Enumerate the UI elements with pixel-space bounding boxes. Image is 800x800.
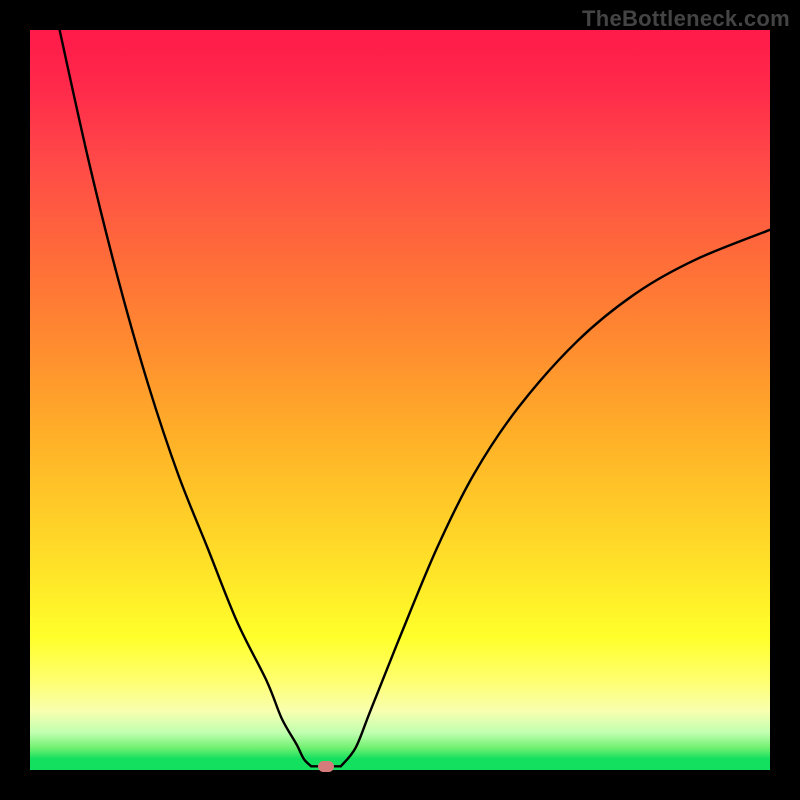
plot-area <box>30 30 770 770</box>
curve-layer <box>30 30 770 770</box>
left-branch-curve <box>60 30 312 766</box>
right-branch-curve <box>341 230 770 767</box>
chart-frame: TheBottleneck.com <box>0 0 800 800</box>
optimum-marker <box>318 761 334 772</box>
watermark-text: TheBottleneck.com <box>582 6 790 32</box>
